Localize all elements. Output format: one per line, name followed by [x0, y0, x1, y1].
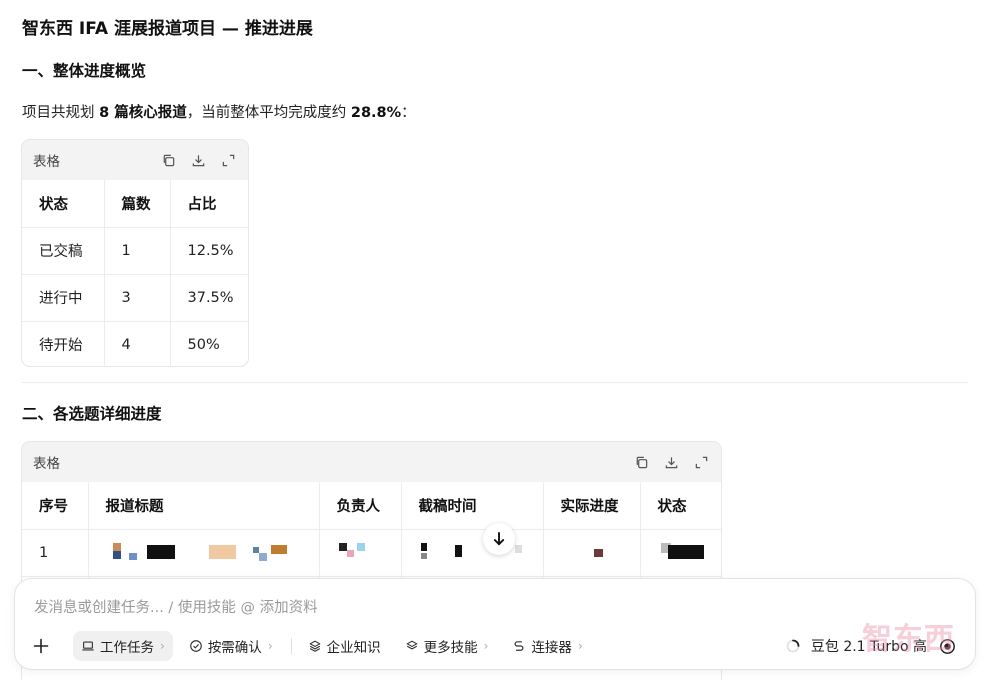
- table-header-row: 序号 报道标题 负责人 截稿时间 实际进度 状态: [22, 482, 721, 530]
- laptop-icon: [82, 641, 94, 651]
- table-cell: 1: [104, 227, 171, 275]
- table-row: 已交稿 1 12.5%: [22, 227, 248, 275]
- arrow-down-icon: [493, 532, 505, 546]
- work-task-label: 工作任务: [100, 640, 154, 656]
- redacted-cell: [319, 529, 402, 577]
- table-cell: 1: [22, 529, 89, 577]
- table-cell: 待开始: [22, 321, 105, 366]
- column-header: 状态: [640, 482, 721, 530]
- message-input[interactable]: 发消息或创建任务... / 使用技能 @ 添加资料: [34, 596, 318, 617]
- confirm-on-demand-button[interactable]: 按需确认 ›: [181, 631, 281, 661]
- column-header: 占比: [170, 180, 248, 228]
- section-heading-overview: 一、整体进度概览: [22, 62, 147, 80]
- voice-icon[interactable]: [937, 636, 957, 656]
- table-row: 待开始 4 50%: [22, 321, 248, 366]
- chevron-right-icon: ›: [577, 639, 583, 653]
- layers-icon: [309, 640, 321, 652]
- intro-avg-completion: 28.8%: [350, 105, 402, 121]
- status-summary-table-card: 表格 状态 篇数 占比 已交稿 1 12.5% 进行中 3 37.5% 待开始 …: [21, 139, 249, 367]
- intro-suffix: ：: [401, 105, 416, 121]
- table-cell: 12.5%: [170, 227, 248, 275]
- confirm-on-demand-label: 按需确认: [207, 640, 262, 656]
- document-title: 智东西 IFA 涯展报道项目 — 推进进展: [22, 19, 313, 39]
- more-skills-label: 更多技能: [423, 640, 478, 656]
- connector-label: 连接器: [531, 640, 572, 656]
- redacted-cell: [401, 529, 544, 577]
- table-cell: 已交稿: [22, 227, 105, 275]
- section-heading-details: 二、各选题详细进度: [22, 405, 162, 423]
- column-header: 实际进度: [543, 482, 641, 530]
- toolbar-divider: [290, 638, 292, 654]
- table-row: 1: [22, 529, 721, 577]
- intro-prefix: 项目共规划: [22, 105, 95, 121]
- more-skills-button[interactable]: 更多技能 ›: [397, 631, 497, 661]
- status-summary-table: 状态 篇数 占比 已交稿 1 12.5% 进行中 3 37.5% 待开始 4 5…: [22, 180, 248, 366]
- redacted-cell: [88, 529, 320, 577]
- enterprise-knowledge-label: 企业知识: [326, 640, 381, 656]
- table-label: 表格: [33, 456, 60, 472]
- chevron-right-icon: ›: [483, 639, 489, 653]
- model-name: 豆包 2.1 Turbo 高: [810, 639, 927, 655]
- model-selector[interactable]: 豆包 2.1 Turbo 高: [785, 629, 927, 663]
- expand-icon[interactable]: [693, 454, 709, 470]
- column-header: 序号: [22, 482, 89, 530]
- composer-toolbar: 工作任务 › 按需确认 › 企业知识 更多技能 › 连接器 › 豆包 2.1 T…: [29, 629, 961, 663]
- connector-button[interactable]: 连接器 ›: [504, 631, 590, 661]
- copy-icon[interactable]: [633, 454, 649, 470]
- intro-mid: ，当前整体平均完成度约: [186, 105, 347, 121]
- work-task-button[interactable]: 工作任务 ›: [73, 631, 173, 661]
- section-divider: [22, 382, 968, 383]
- chevron-right-icon: ›: [267, 639, 273, 653]
- intro-paragraph: 项目共规划 8 篇核心报道，当前整体平均完成度约 28.8%：: [22, 101, 416, 122]
- scroll-to-bottom-button[interactable]: [483, 523, 515, 555]
- chevron-right-icon: ›: [160, 639, 165, 653]
- expand-icon[interactable]: [220, 152, 236, 168]
- download-icon[interactable]: [663, 454, 679, 470]
- column-header: 截稿时间: [401, 482, 544, 530]
- column-header: 篇数: [104, 180, 171, 228]
- table-header-row: 状态 篇数 占比: [22, 180, 248, 228]
- column-header: 状态: [22, 180, 105, 228]
- check-circle-icon: [189, 640, 202, 652]
- enterprise-knowledge-button[interactable]: 企业知识: [300, 631, 389, 661]
- table-cell: 37.5%: [170, 274, 248, 322]
- table-header-bar: 表格: [22, 140, 248, 180]
- table-cell: 50%: [187, 336, 220, 353]
- loading-icon: [786, 639, 800, 653]
- table-cell: 4: [104, 321, 171, 366]
- table-tools: [633, 454, 709, 470]
- link-icon: [514, 641, 524, 651]
- message-composer: 发消息或创建任务... / 使用技能 @ 添加资料 工作任务 › 按需确认 › …: [14, 578, 976, 670]
- table-cell: 进行中: [22, 274, 105, 322]
- table-row: 进行中 3 37.5%: [22, 274, 248, 322]
- copy-icon[interactable]: [160, 152, 176, 168]
- download-icon[interactable]: [190, 152, 206, 168]
- plus-icon[interactable]: [29, 634, 53, 658]
- layers-icon: [406, 640, 418, 650]
- column-header: 负责人: [319, 482, 402, 530]
- table-tools: [160, 152, 236, 168]
- table-label: 表格: [33, 154, 60, 170]
- intro-total-reports: 8 篇核心报道: [99, 105, 187, 121]
- column-header: 报道标题: [88, 482, 320, 530]
- redacted-cell: [543, 529, 641, 577]
- table-cell: 3: [104, 274, 171, 322]
- table-header-bar: 表格: [22, 442, 721, 482]
- redacted-cell: [640, 529, 721, 577]
